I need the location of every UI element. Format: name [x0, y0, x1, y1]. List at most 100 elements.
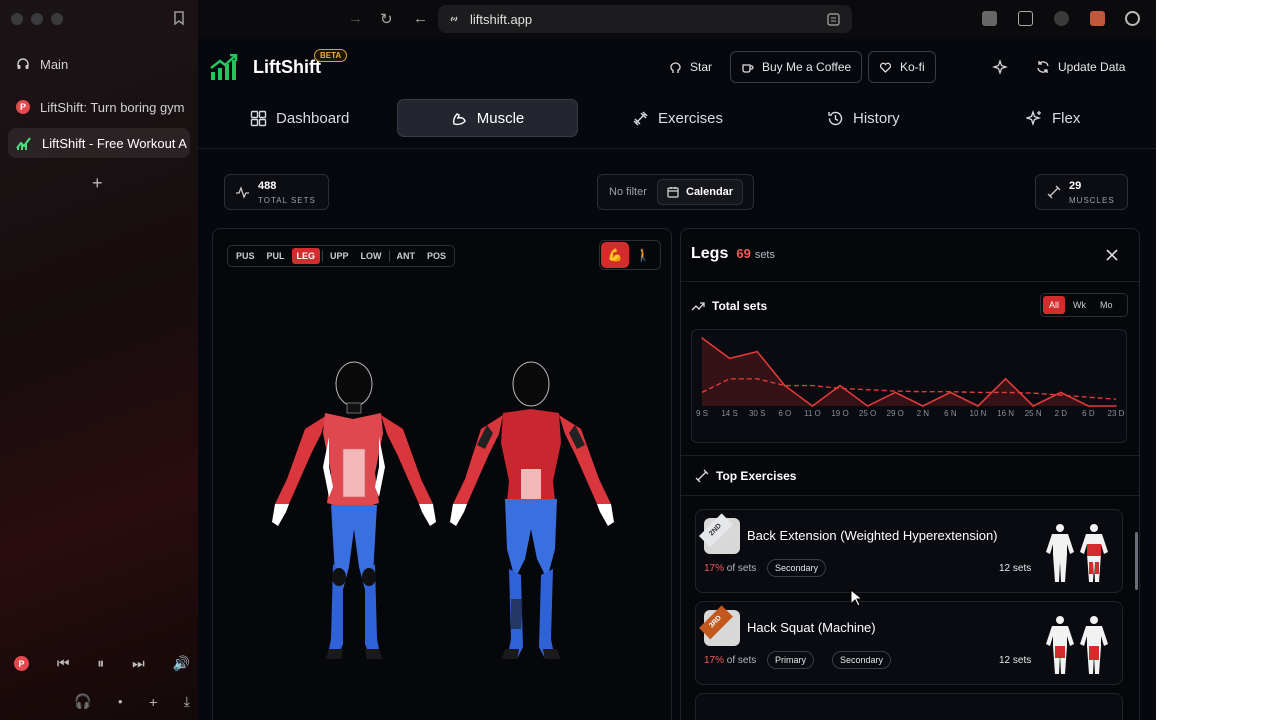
data-point [728, 357, 731, 360]
group-upper[interactable]: UPP [325, 248, 354, 264]
update-data-button[interactable]: Update Data [1026, 51, 1135, 83]
chart-favicon-icon [16, 137, 31, 150]
sidebar-tab-liftshift-app[interactable]: LiftShift - Free Workout A [8, 128, 190, 158]
reader-icon[interactable] [827, 12, 840, 26]
x-tick-label: 9 S [696, 409, 708, 418]
tab-label: Flex [1052, 109, 1081, 127]
range-toggle: All Wk Mo [1040, 293, 1128, 317]
chart-svg: 9 S 14 S 30 S 6 O 11 O 19 O 25 O 29 O 2 N 6 N 10 N… [696, 337, 1125, 418]
close-window-button[interactable] [11, 13, 23, 25]
app-logo-text[interactable]: LiftShift [253, 57, 321, 78]
calendar-label: Calendar [686, 186, 734, 198]
browser-sidebar: Main P LiftShift: Turn boring gym LiftSh… [0, 0, 198, 720]
data-point [756, 350, 758, 353]
tab-exercises[interactable]: Exercises [632, 99, 723, 137]
tab-dashboard[interactable]: Dashboard [250, 99, 349, 137]
group-pull[interactable]: PUL [262, 248, 290, 264]
range-month[interactable]: Mo [1094, 296, 1119, 314]
liftshift-app: LiftShift BETA Star Buy Me a Coffee Ko-f… [198, 38, 1156, 720]
desktop-background [1156, 0, 1280, 720]
p-favicon-icon: P [14, 656, 29, 671]
group-posterior[interactable]: POS [422, 248, 451, 264]
muscle-detail-panel: Legs 69 sets Total sets All Wk Mo 9 S 14 … [680, 228, 1140, 720]
new-tab-plus-icon[interactable]: + [92, 173, 103, 194]
muscle-view-icon[interactable]: 💪 [601, 242, 629, 268]
pause-icon[interactable]: ⏸ [97, 655, 104, 672]
divider [681, 281, 1139, 282]
detail-header: Legs 69 sets [691, 245, 775, 263]
sparkle-button[interactable] [982, 51, 1018, 83]
exercise-card[interactable] [695, 693, 1123, 720]
muscles-label: MUSCLES [1069, 196, 1115, 205]
role-tag: Secondary [767, 559, 827, 577]
app-header: LiftShift BETA Star Buy Me a Coffee Ko-f… [198, 38, 1156, 96]
dot-icon: ● [117, 697, 123, 706]
data-point [1004, 378, 1007, 380]
x-tick-label: 10 N [970, 409, 987, 418]
next-track-icon[interactable]: ⏭ [132, 655, 145, 672]
group-anterior[interactable]: ANT [392, 248, 421, 264]
group-legs[interactable]: LEG [291, 248, 321, 264]
url-text: liftshift.app [470, 11, 533, 27]
forward-arrow-icon[interactable]: → [348, 10, 363, 27]
detail-count-unit: sets [754, 249, 775, 261]
tab-label: Exercises [658, 109, 724, 127]
exercise-percent-value: 17% [704, 655, 725, 666]
bookmark-icon[interactable] [172, 10, 186, 26]
mail-extension-icon[interactable] [982, 11, 997, 26]
range-all[interactable]: All [1043, 296, 1066, 314]
minimize-window-button[interactable] [31, 13, 43, 25]
x-tick-label: 23 D [1108, 409, 1125, 418]
refresh-icon [1037, 61, 1049, 73]
heart-icon [879, 62, 892, 73]
exercise-sets: 12 sets [999, 655, 1032, 666]
exercise-sets: 12 sets [999, 563, 1032, 574]
group-push[interactable]: PUS [231, 248, 260, 264]
calendar-button[interactable]: Calendar [657, 179, 743, 205]
data-point [701, 337, 703, 339]
address-bar[interactable]: liftshift.app [438, 5, 852, 33]
sidebar-main[interactable]: Main [8, 49, 190, 79]
tab-flex[interactable]: Flex [1026, 99, 1080, 137]
maximize-window-button[interactable] [51, 13, 63, 25]
owl-extension-icon[interactable] [1054, 11, 1069, 26]
download-icon[interactable]: ⤓ [184, 693, 190, 710]
tab-label: History [853, 109, 900, 127]
total-sets-label: TOTAL SETS [258, 196, 316, 205]
headphones-icon[interactable]: 🎧 [74, 693, 91, 710]
muscle-group-selector: PUS PUL LEG UPP LOW ANT POS [227, 245, 456, 267]
scrollbar[interactable] [1135, 532, 1138, 590]
body-view-icon[interactable]: 🚶 [629, 242, 657, 268]
tab-label: Dashboard [276, 109, 350, 127]
square-extension-icon[interactable] [1090, 11, 1105, 26]
data-point [866, 405, 869, 407]
back-arrow-icon[interactable]: ← [413, 10, 428, 27]
plus-icon[interactable]: + [149, 694, 157, 710]
tab-muscle[interactable]: Muscle [397, 99, 578, 137]
reload-icon[interactable]: ↻ [380, 10, 393, 28]
group-lower[interactable]: LOW [356, 248, 387, 264]
logo-chart-icon [210, 54, 238, 80]
beta-badge: BETA [314, 49, 348, 62]
sidebar-tab-liftshift-home[interactable]: P LiftShift: Turn boring gym [8, 92, 190, 122]
close-icon[interactable] [1105, 248, 1119, 262]
kofi-button[interactable]: Ko-fi [868, 51, 936, 83]
buy-me-coffee-button[interactable]: Buy Me a Coffee [730, 51, 863, 83]
volume-icon[interactable]: 🔊 [173, 655, 190, 672]
tab-history[interactable]: History [827, 99, 900, 137]
calendar-icon [667, 187, 679, 198]
star-button[interactable]: Star [659, 51, 722, 83]
front-body-figure [272, 361, 436, 659]
range-week[interactable]: Wk [1067, 296, 1092, 314]
data-point [784, 384, 786, 387]
glasses-extension-icon[interactable] [1018, 11, 1033, 26]
exercise-card[interactable]: 3RD Hack Squat (Machine) 17% of sets Pri… [695, 601, 1123, 685]
previous-track-icon[interactable]: ⏮ [57, 655, 70, 672]
main-tabs: Dashboard Muscle Exercises History Flex [198, 98, 1156, 150]
divider [681, 495, 1139, 496]
sparkles-icon [1026, 109, 1042, 126]
exercise-card[interactable]: 2ND Back Extension (Weighted Hyperextens… [695, 509, 1123, 593]
site-info-icon [450, 16, 458, 22]
profile-extension-icon[interactable] [1125, 11, 1140, 26]
top-exercises-title: Top Exercises [716, 469, 797, 483]
